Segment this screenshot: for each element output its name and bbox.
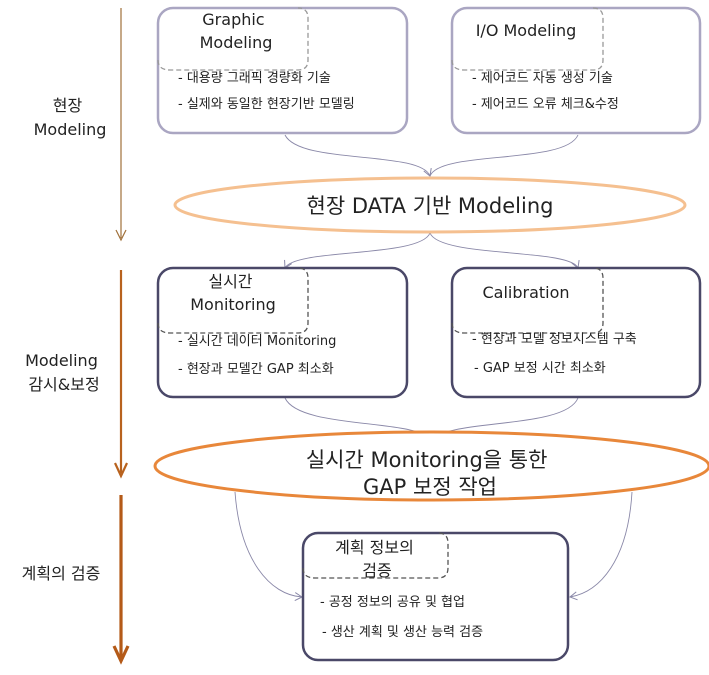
box-io-modeling: I/O Modeling - 제어코드 자동 생성 기술 - 제어코드 오류 체… (450, 6, 702, 135)
bullet: - 대용량 그래픽 경량화 기술 (178, 71, 331, 86)
bullet: - 현장과 모델간 GAP 최소화 (178, 362, 334, 377)
svg-text:현장 DATA 기반 Modeling: 현장 DATA 기반 Modeling (307, 194, 554, 218)
box-realtime-monitoring: 실시간 Monitoring - 실시간 데이터 Monitoring - 현장… (156, 266, 409, 399)
bullet: - 현장과 모델 정보시스템 구축 (472, 332, 637, 347)
box-title: I/O Modeling (476, 21, 577, 40)
process-diagram: 현장 Modeling Modeling 감시&보정 계획의 검증 Graphi… (22, 6, 709, 665)
stage-arrow-3 (112, 495, 130, 665)
bullet: - 제어코드 자동 생성 기술 (472, 71, 613, 86)
bullet: - 생산 계획 및 생산 능력 검증 (322, 625, 483, 640)
stage-arrow-2 (114, 270, 128, 479)
stage-label-2: Modeling 감시&보정 (25, 351, 103, 394)
ellipse-field-data-modeling: 현장 DATA 기반 Modeling (173, 176, 687, 234)
stage-label-1: 현장 Modeling (34, 96, 107, 139)
stage-arrow-1 (115, 8, 127, 242)
bullet: - 공정 정보의 공유 및 협업 (320, 595, 465, 610)
box-title: Calibration (482, 283, 569, 302)
ellipse-gap-calibration: 실시간 Monitoring을 통한 GAP 보정 작업 (153, 430, 709, 502)
box-plan-verification: 계획 정보의 검증 - 공정 정보의 공유 및 협업 - 생산 계획 및 생산 … (301, 531, 570, 662)
bullet: - 제어코드 오류 체크&수정 (472, 97, 619, 112)
box-calibration: Calibration - 현장과 모델 정보시스템 구축 - GAP 보정 시… (450, 266, 702, 399)
bullet: - GAP 보정 시간 최소화 (474, 361, 606, 376)
stage-label-3: 계획의 검증 (22, 564, 101, 583)
bullet: - 실제와 동일한 현장기반 모델링 (178, 97, 355, 112)
bullet: - 실시간 데이터 Monitoring (178, 334, 336, 349)
box-graphic-modeling: Graphic Modeling - 대용량 그래픽 경량화 기술 - 실제와 … (156, 6, 409, 135)
